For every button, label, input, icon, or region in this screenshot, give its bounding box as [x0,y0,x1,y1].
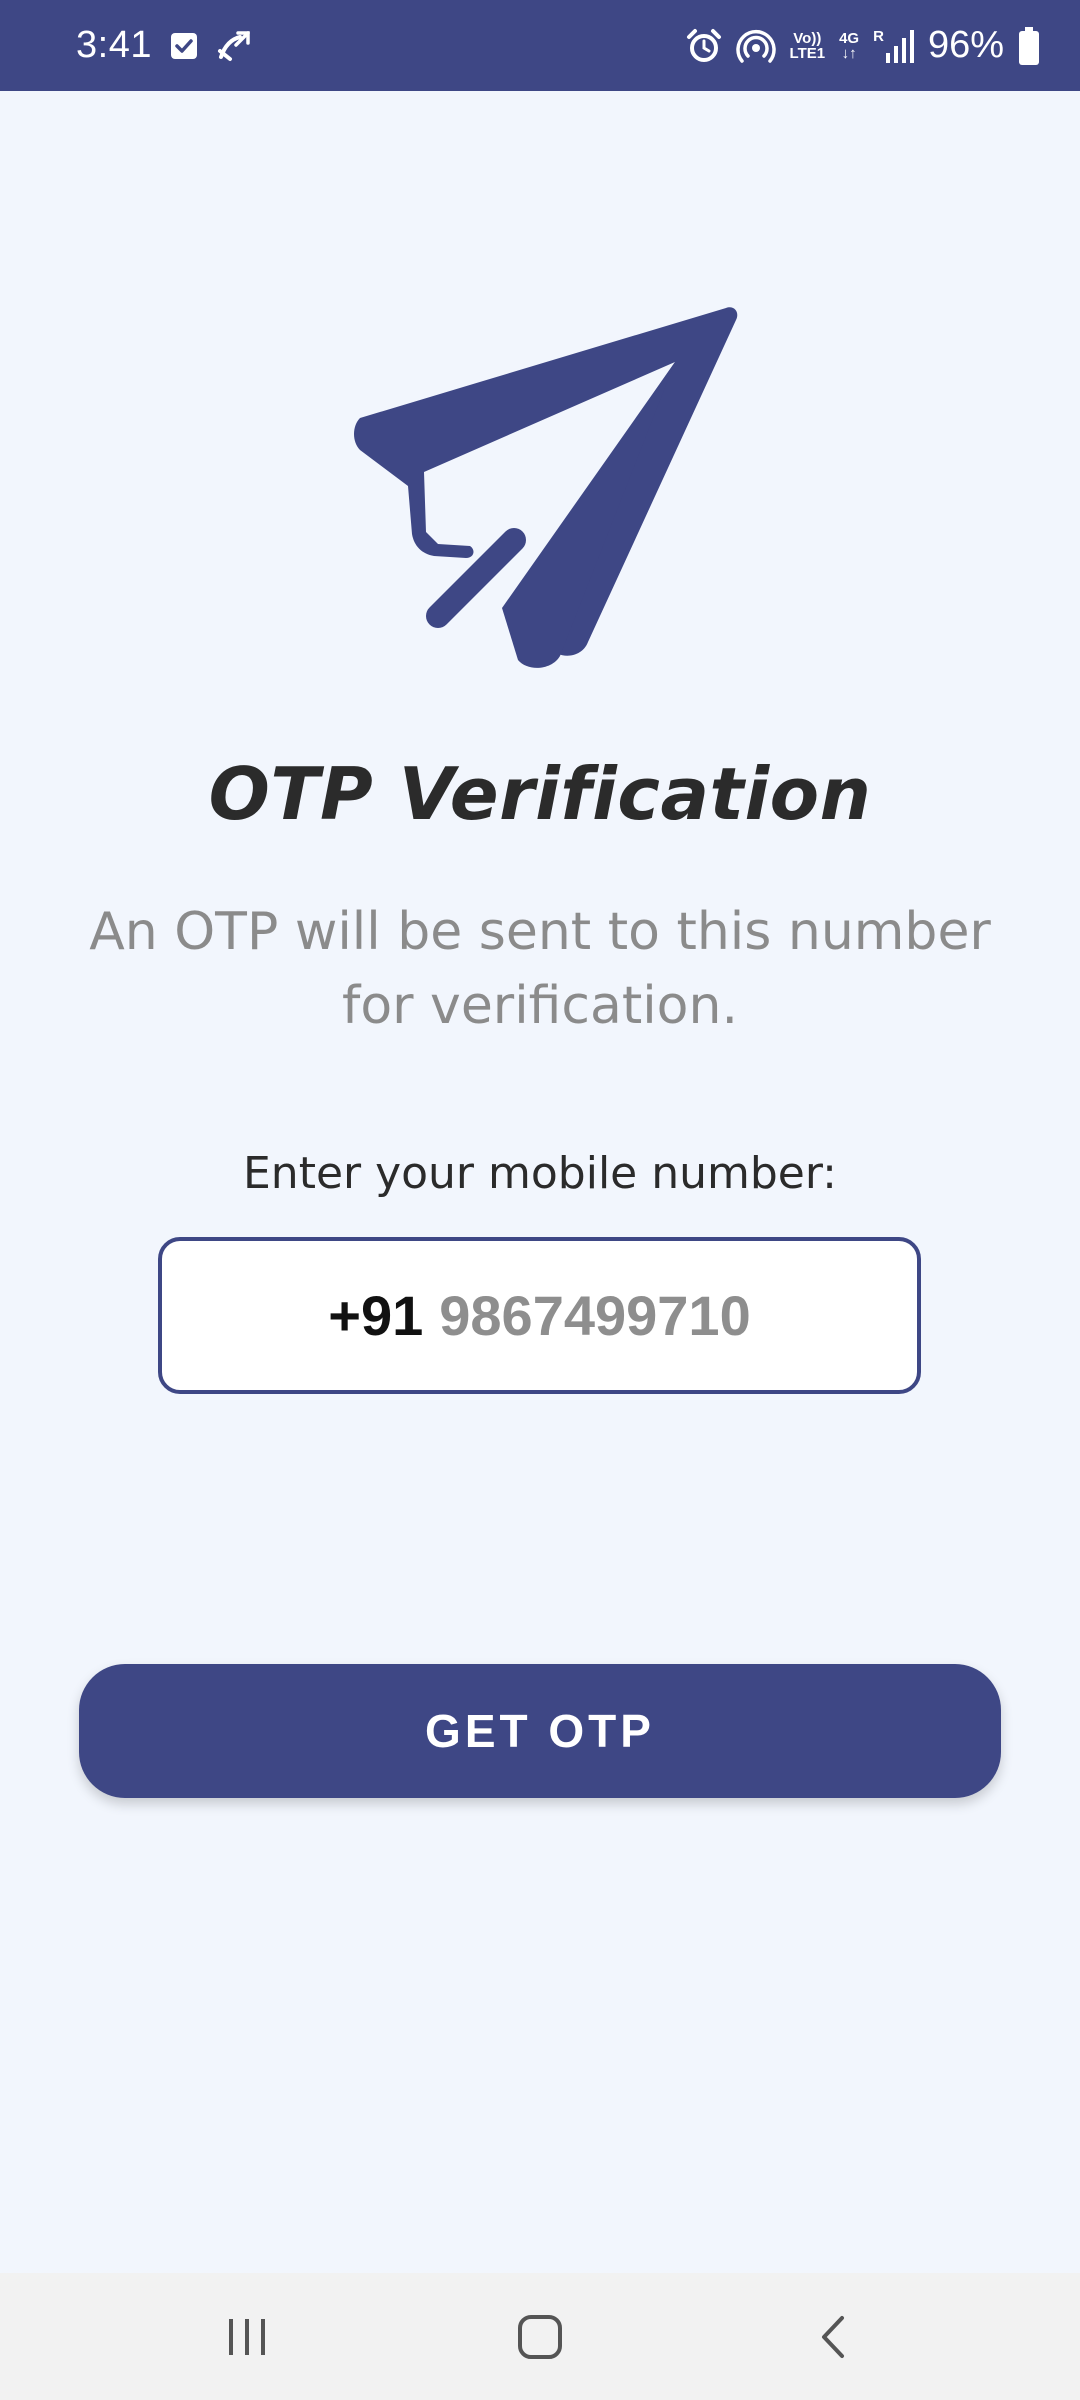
status-bar: 3:41 Vo)) LTE1 4G ↓↑ R 96% [0,0,1080,91]
4g-label: 4G [839,29,860,47]
phone-number-placeholder[interactable]: 9867499710 [439,1283,750,1348]
phone-number-input[interactable]: +91 9867499710 [158,1237,921,1394]
missed-call-icon [216,29,252,63]
paper-plane-send-icon [330,300,750,720]
navigation-bar [0,2273,1080,2400]
page-subtitle: An OTP will be sent to this number for v… [89,902,991,1036]
volte-icon: Vo)) LTE1 [790,31,826,61]
status-bar-left: 3:41 [76,24,252,67]
get-otp-button[interactable]: GET OTP [79,1664,1001,1798]
checkbox-notification-icon [170,32,198,60]
signal-icon: R [873,29,914,63]
home-icon[interactable] [480,2292,600,2382]
status-bar-right: Vo)) LTE1 4G ↓↑ R 96% [686,24,1040,67]
phone-number-label: Enter your mobile number: [243,1148,837,1199]
roaming-label: R [873,27,884,45]
status-time: 3:41 [76,24,152,66]
alarm-icon [686,28,722,64]
country-code: +91 [328,1284,424,1347]
lte-label: LTE1 [789,44,826,62]
battery-percent: 96% [927,24,1004,66]
battery-icon [1018,26,1040,65]
recent-apps-icon[interactable] [187,2292,307,2382]
back-icon[interactable] [773,2292,893,2382]
4g-icon: 4G ↓↑ [839,29,860,62]
page-title: OTP Verification [208,752,872,836]
hotspot-icon [735,28,776,64]
